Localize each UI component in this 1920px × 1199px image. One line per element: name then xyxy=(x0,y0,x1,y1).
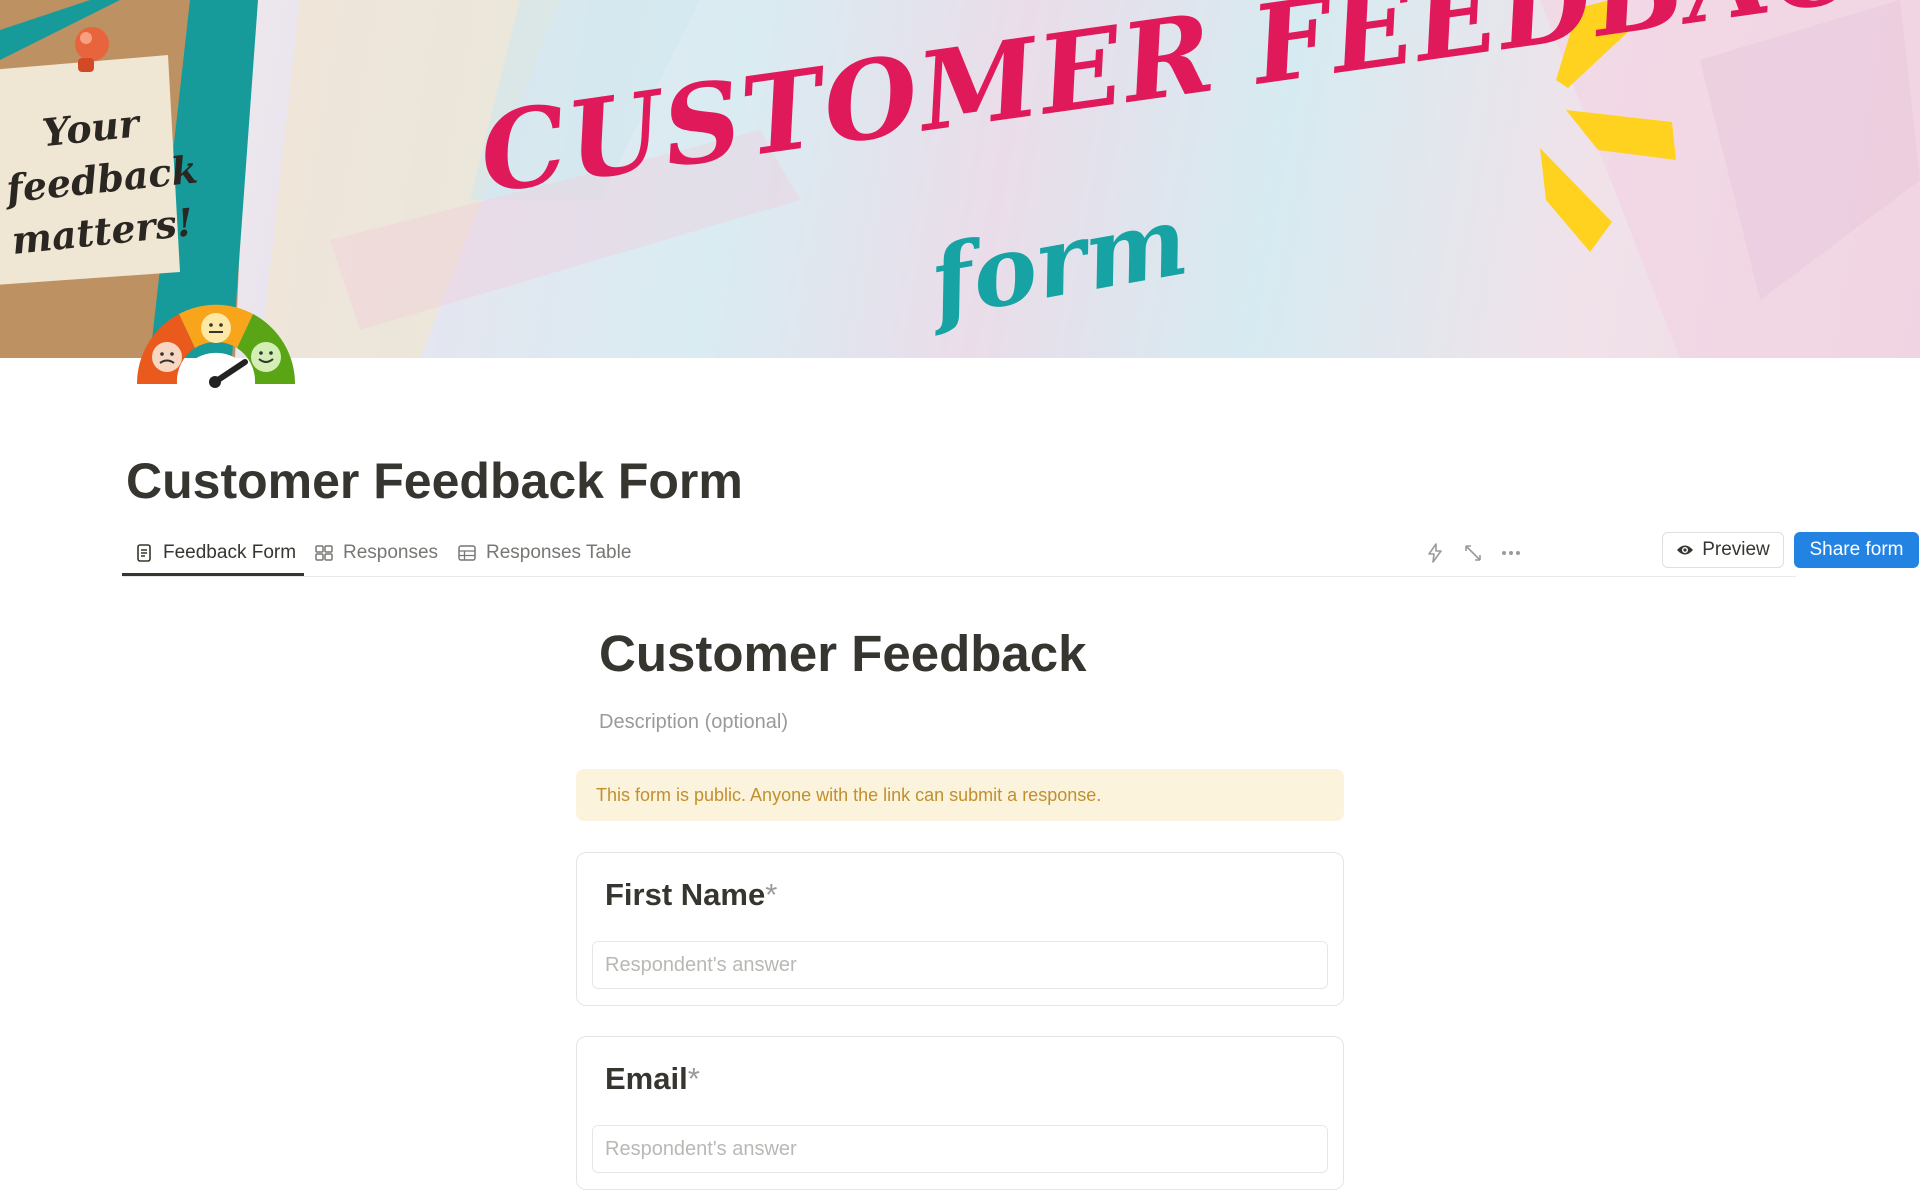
first-name-input[interactable] xyxy=(592,941,1328,989)
document-icon xyxy=(137,544,151,562)
more-icon[interactable] xyxy=(1498,540,1524,566)
table-icon xyxy=(458,545,476,561)
expand-icon[interactable] xyxy=(1460,540,1486,566)
tab-label: Responses xyxy=(343,542,439,563)
tab-feedback-form[interactable]: Feedback Form xyxy=(121,532,305,576)
view-tabs-bar: Feedback Form Responses Responses Table … xyxy=(121,532,1919,577)
question-card-first-name[interactable]: First Name* xyxy=(576,852,1344,1006)
cover-note: Your feedback matters! xyxy=(0,93,200,267)
preview-button[interactable]: Preview xyxy=(1662,532,1784,568)
form-title[interactable]: Customer Feedback xyxy=(599,624,1087,683)
question-title: First Name xyxy=(605,877,766,912)
tab-responses[interactable]: Responses xyxy=(314,532,438,574)
question-title: Email xyxy=(605,1061,688,1096)
question-card-email[interactable]: Email* xyxy=(576,1036,1344,1190)
question-label: Email* xyxy=(605,1061,700,1097)
tab-label: Responses Table xyxy=(486,542,632,563)
email-input[interactable] xyxy=(592,1125,1328,1173)
preview-label: Preview xyxy=(1702,539,1770,560)
gallery-icon xyxy=(315,545,333,561)
eye-icon xyxy=(1677,545,1694,555)
notice-text: This form is public. Anyone with the lin… xyxy=(596,784,1102,805)
tab-label: Feedback Form xyxy=(163,542,297,563)
lightning-icon[interactable] xyxy=(1422,540,1448,566)
tab-responses-table[interactable]: Responses Table xyxy=(457,532,631,574)
page-title: Customer Feedback Form xyxy=(126,453,743,509)
required-asterisk: * xyxy=(765,877,778,912)
question-label: First Name* xyxy=(605,877,777,913)
public-form-notice: This form is public. Anyone with the lin… xyxy=(576,769,1344,821)
required-asterisk: * xyxy=(687,1061,700,1096)
share-form-button[interactable]: Share form xyxy=(1794,532,1919,568)
form-description-field[interactable]: Description (optional) xyxy=(599,711,788,734)
satisfaction-gauge-icon[interactable] xyxy=(133,300,299,396)
